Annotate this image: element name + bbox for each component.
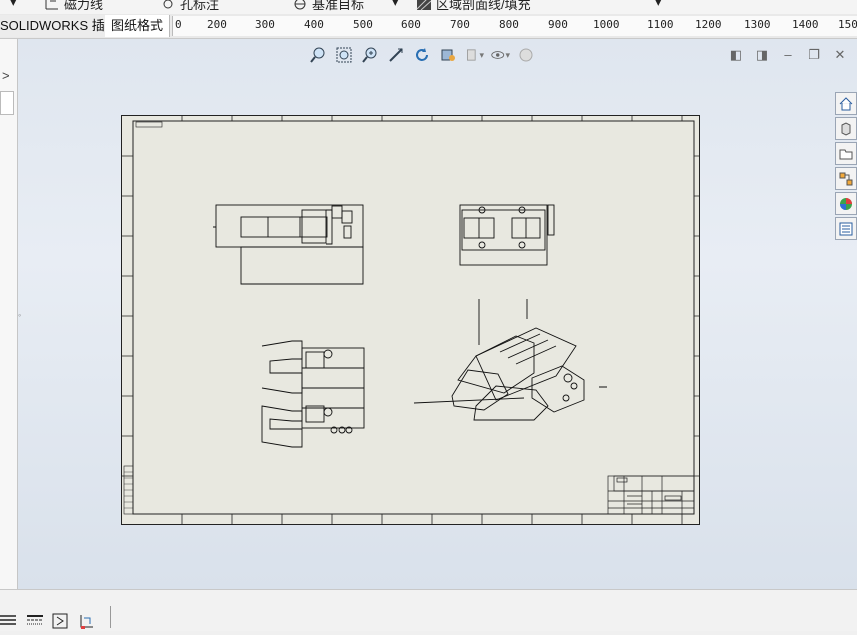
ruler-tick: 500 bbox=[353, 18, 373, 31]
tab-sheet-format[interactable]: 图纸格式 bbox=[105, 15, 171, 37]
ruler: 0 200 300 400 500 600 700 800 900 1000 1… bbox=[172, 16, 857, 36]
ruler-tick: 1100 bbox=[647, 18, 674, 31]
ruler-tick: 1300 bbox=[744, 18, 771, 31]
ruler-tick: 600 bbox=[401, 18, 421, 31]
zoom-to-area-icon[interactable] bbox=[334, 45, 354, 65]
pan-icon[interactable] bbox=[386, 45, 406, 65]
appearance-icon[interactable] bbox=[516, 45, 536, 65]
view-palette-icon[interactable] bbox=[835, 167, 857, 190]
datum-target-button[interactable]: 基准目标 bbox=[292, 0, 364, 13]
dropdown-caret[interactable]: ▾ bbox=[10, 0, 17, 10]
ruler-tick: 400 bbox=[304, 18, 324, 31]
restore-icon[interactable]: ❐ bbox=[807, 47, 821, 63]
rotate-icon[interactable] bbox=[412, 45, 432, 65]
area-hatch-label: 区域剖面线/填充 bbox=[436, 0, 531, 12]
magnetic-line-label: 磁力线 bbox=[64, 0, 104, 12]
display-style-icon[interactable] bbox=[438, 45, 458, 65]
drawing-sheet[interactable] bbox=[121, 115, 700, 525]
ruler-tick: 150 bbox=[838, 18, 857, 31]
command-strip: ▾ 磁力线 孔标注 基准目标 ▾ 区域剖面线/填充 ▾ bbox=[0, 0, 857, 15]
drawing-tools-icon[interactable] bbox=[78, 612, 96, 630]
tile-left-icon[interactable]: ◧ bbox=[729, 47, 743, 63]
design-library-icon[interactable] bbox=[835, 117, 857, 140]
tab-label: 图纸格式 bbox=[111, 18, 164, 33]
magnetic-line-icon bbox=[45, 0, 58, 9]
datum-target-label: 基准目标 bbox=[312, 0, 365, 12]
appearances-icon[interactable] bbox=[835, 192, 857, 215]
command-manager-tabs: SOLIDWORKS 插件 图纸格式 0 200 300 400 500 600… bbox=[0, 14, 857, 39]
ruler-tick: 0 bbox=[175, 18, 182, 31]
hole-callout-label: 孔标注 bbox=[180, 0, 220, 12]
splitter-handle[interactable]: ◦ bbox=[18, 310, 21, 320]
magnetic-line-button[interactable]: 磁力线 bbox=[44, 0, 103, 13]
ruler-tick: 900 bbox=[548, 18, 568, 31]
zoom-in-out-icon[interactable] bbox=[360, 45, 380, 65]
layer-toolbar bbox=[0, 589, 857, 631]
file-explorer-icon[interactable] bbox=[835, 142, 857, 165]
more-dropdown-caret[interactable]: ▾ bbox=[655, 0, 662, 10]
hole-callout-button[interactable]: 孔标注 bbox=[160, 0, 219, 13]
ruler-tick: 200 bbox=[207, 18, 227, 31]
feature-manager-panel: > bbox=[0, 39, 18, 589]
layer-icon[interactable] bbox=[0, 612, 18, 630]
area-hatch-button[interactable]: 区域剖面线/填充 bbox=[416, 0, 531, 13]
drawing-views bbox=[122, 116, 699, 524]
datum-dropdown-caret[interactable]: ▾ bbox=[392, 0, 399, 10]
close-icon[interactable]: ✕ bbox=[833, 47, 847, 63]
zoom-to-fit-icon[interactable] bbox=[308, 45, 328, 65]
minimize-icon[interactable]: – bbox=[781, 47, 795, 63]
ruler-tick: 1200 bbox=[695, 18, 722, 31]
datum-target-icon bbox=[294, 0, 306, 9]
ruler-tick: 800 bbox=[499, 18, 519, 31]
ruler-tick: 700 bbox=[450, 18, 470, 31]
heads-up-view-toolbar: ▾ ▾ bbox=[308, 45, 536, 65]
ruler-tick: 300 bbox=[255, 18, 275, 31]
tile-right-icon[interactable]: ◨ bbox=[755, 47, 769, 63]
line-style-icon[interactable] bbox=[26, 612, 44, 630]
toolbar-separator bbox=[110, 606, 111, 628]
task-pane bbox=[835, 92, 857, 240]
hide-show-icon[interactable]: ▾ bbox=[490, 45, 510, 65]
section-view-icon[interactable]: ▾ bbox=[464, 45, 484, 65]
home-icon[interactable] bbox=[835, 92, 857, 115]
hole-callout-icon bbox=[163, 0, 173, 8]
ruler-tick: 1400 bbox=[792, 18, 819, 31]
panel-field[interactable] bbox=[0, 91, 14, 115]
chevron-right-icon[interactable]: > bbox=[2, 68, 10, 83]
tab-label: SOLIDWORKS 插件 bbox=[0, 18, 118, 33]
ruler-tick: 1000 bbox=[593, 18, 620, 31]
line-format-icon[interactable] bbox=[52, 612, 70, 630]
custom-properties-icon[interactable] bbox=[835, 217, 857, 240]
window-controls: ◧ ◨ – ❐ ✕ bbox=[729, 47, 847, 63]
area-hatch-icon bbox=[416, 0, 432, 10]
